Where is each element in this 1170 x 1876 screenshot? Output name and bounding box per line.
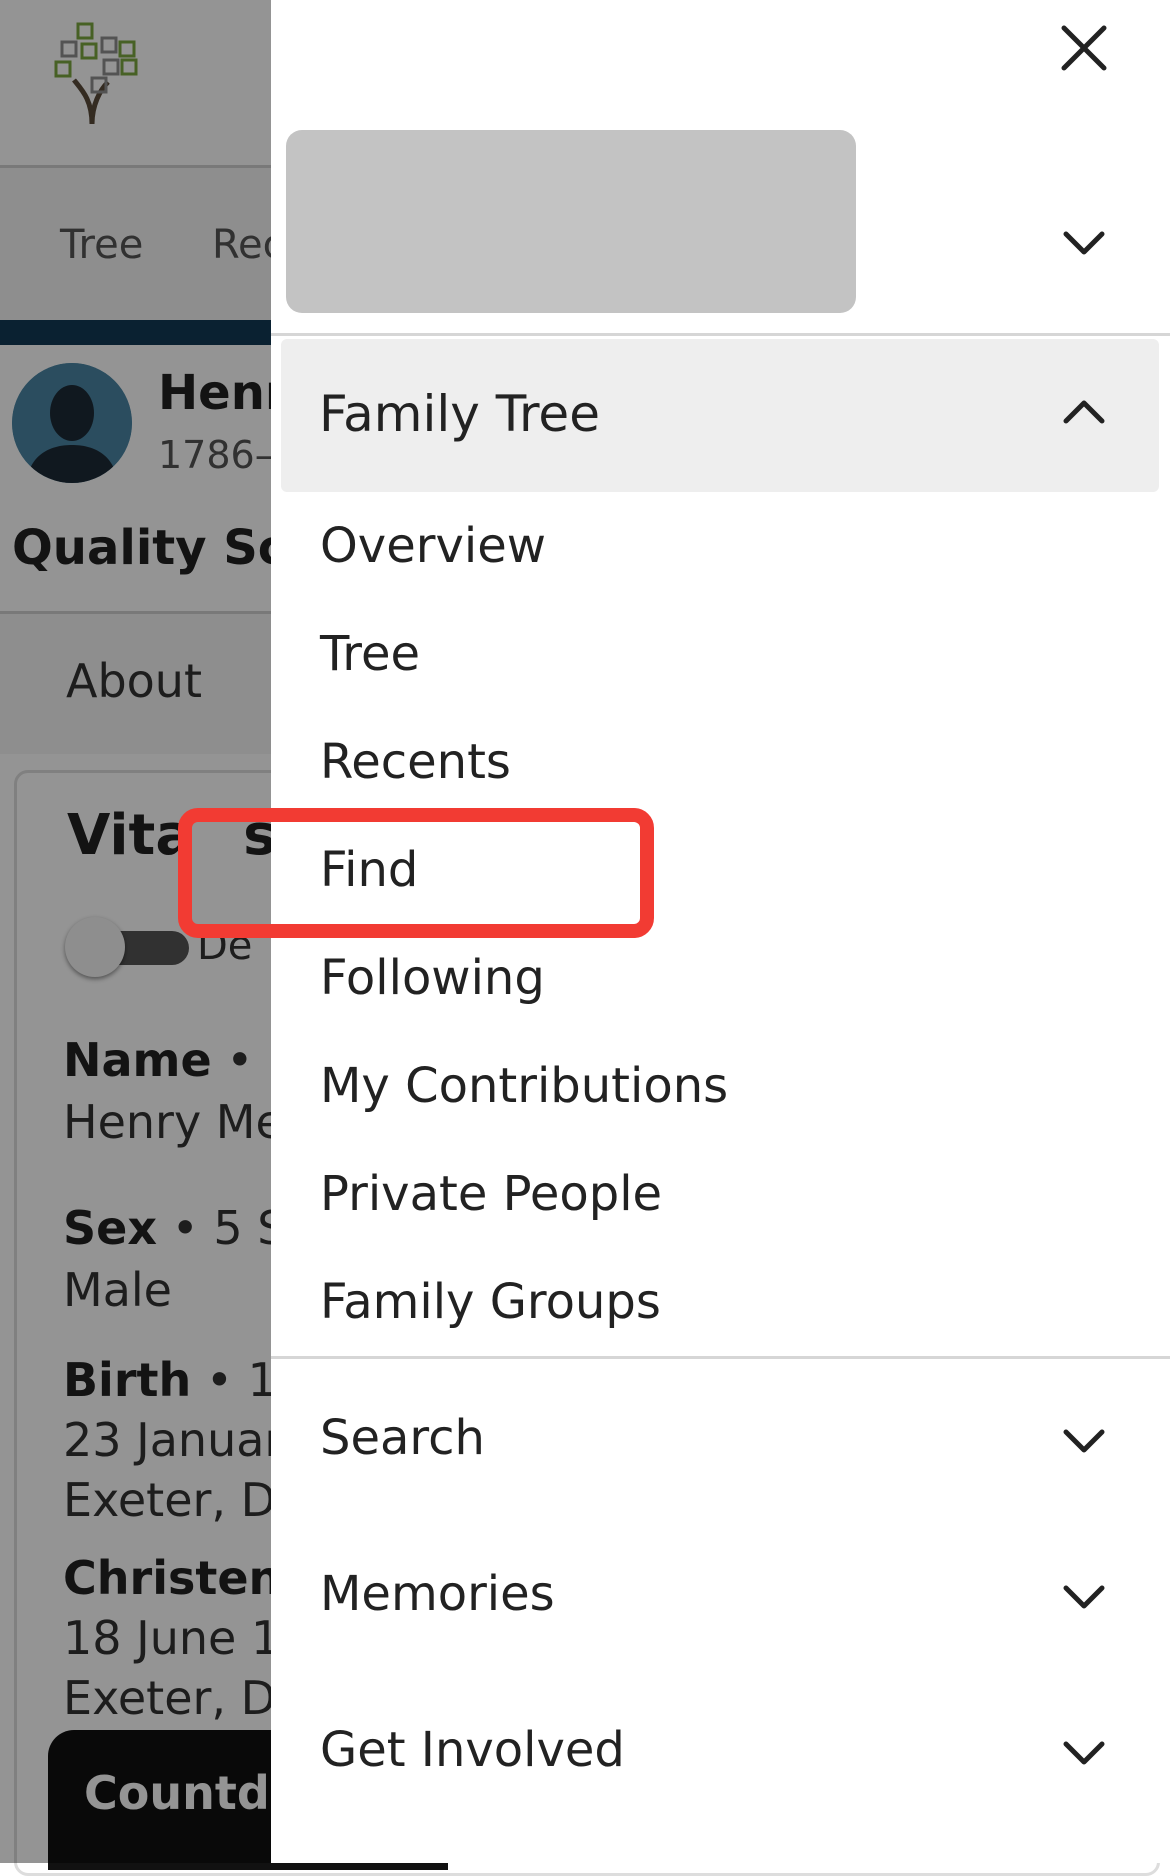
menu-item-recents[interactable]: Recents — [320, 734, 511, 790]
menu-item-tree[interactable]: Tree — [320, 626, 420, 682]
menu-item-private-people[interactable]: Private People — [320, 1166, 662, 1222]
chevron-down-icon[interactable] — [1054, 1416, 1114, 1466]
find-highlight-annotation — [178, 808, 654, 938]
divider — [271, 1356, 1170, 1359]
menu-item-my-contributions[interactable]: My Contributions — [320, 1058, 728, 1114]
account-placeholder[interactable] — [286, 130, 856, 313]
menu-item-following[interactable]: Following — [320, 950, 545, 1006]
chevron-down-icon[interactable] — [1054, 1572, 1114, 1622]
divider — [271, 333, 1170, 336]
menu-group-memories[interactable]: Memories — [320, 1566, 555, 1622]
menu-group-get-involved[interactable]: Get Involved — [320, 1722, 625, 1778]
chevron-down-icon[interactable] — [1054, 1728, 1114, 1778]
chevron-down-icon[interactable] — [1054, 218, 1114, 268]
menu-group-search[interactable]: Search — [320, 1410, 485, 1466]
close-icon[interactable] — [1054, 18, 1114, 78]
menu-item-overview[interactable]: Overview — [320, 518, 546, 574]
section-title: Family Tree — [319, 385, 600, 443]
family-tree-section-toggle[interactable]: Family Tree — [281, 339, 1159, 492]
menu-item-family-groups[interactable]: Family Groups — [320, 1274, 661, 1330]
chevron-up-icon — [1063, 400, 1105, 424]
